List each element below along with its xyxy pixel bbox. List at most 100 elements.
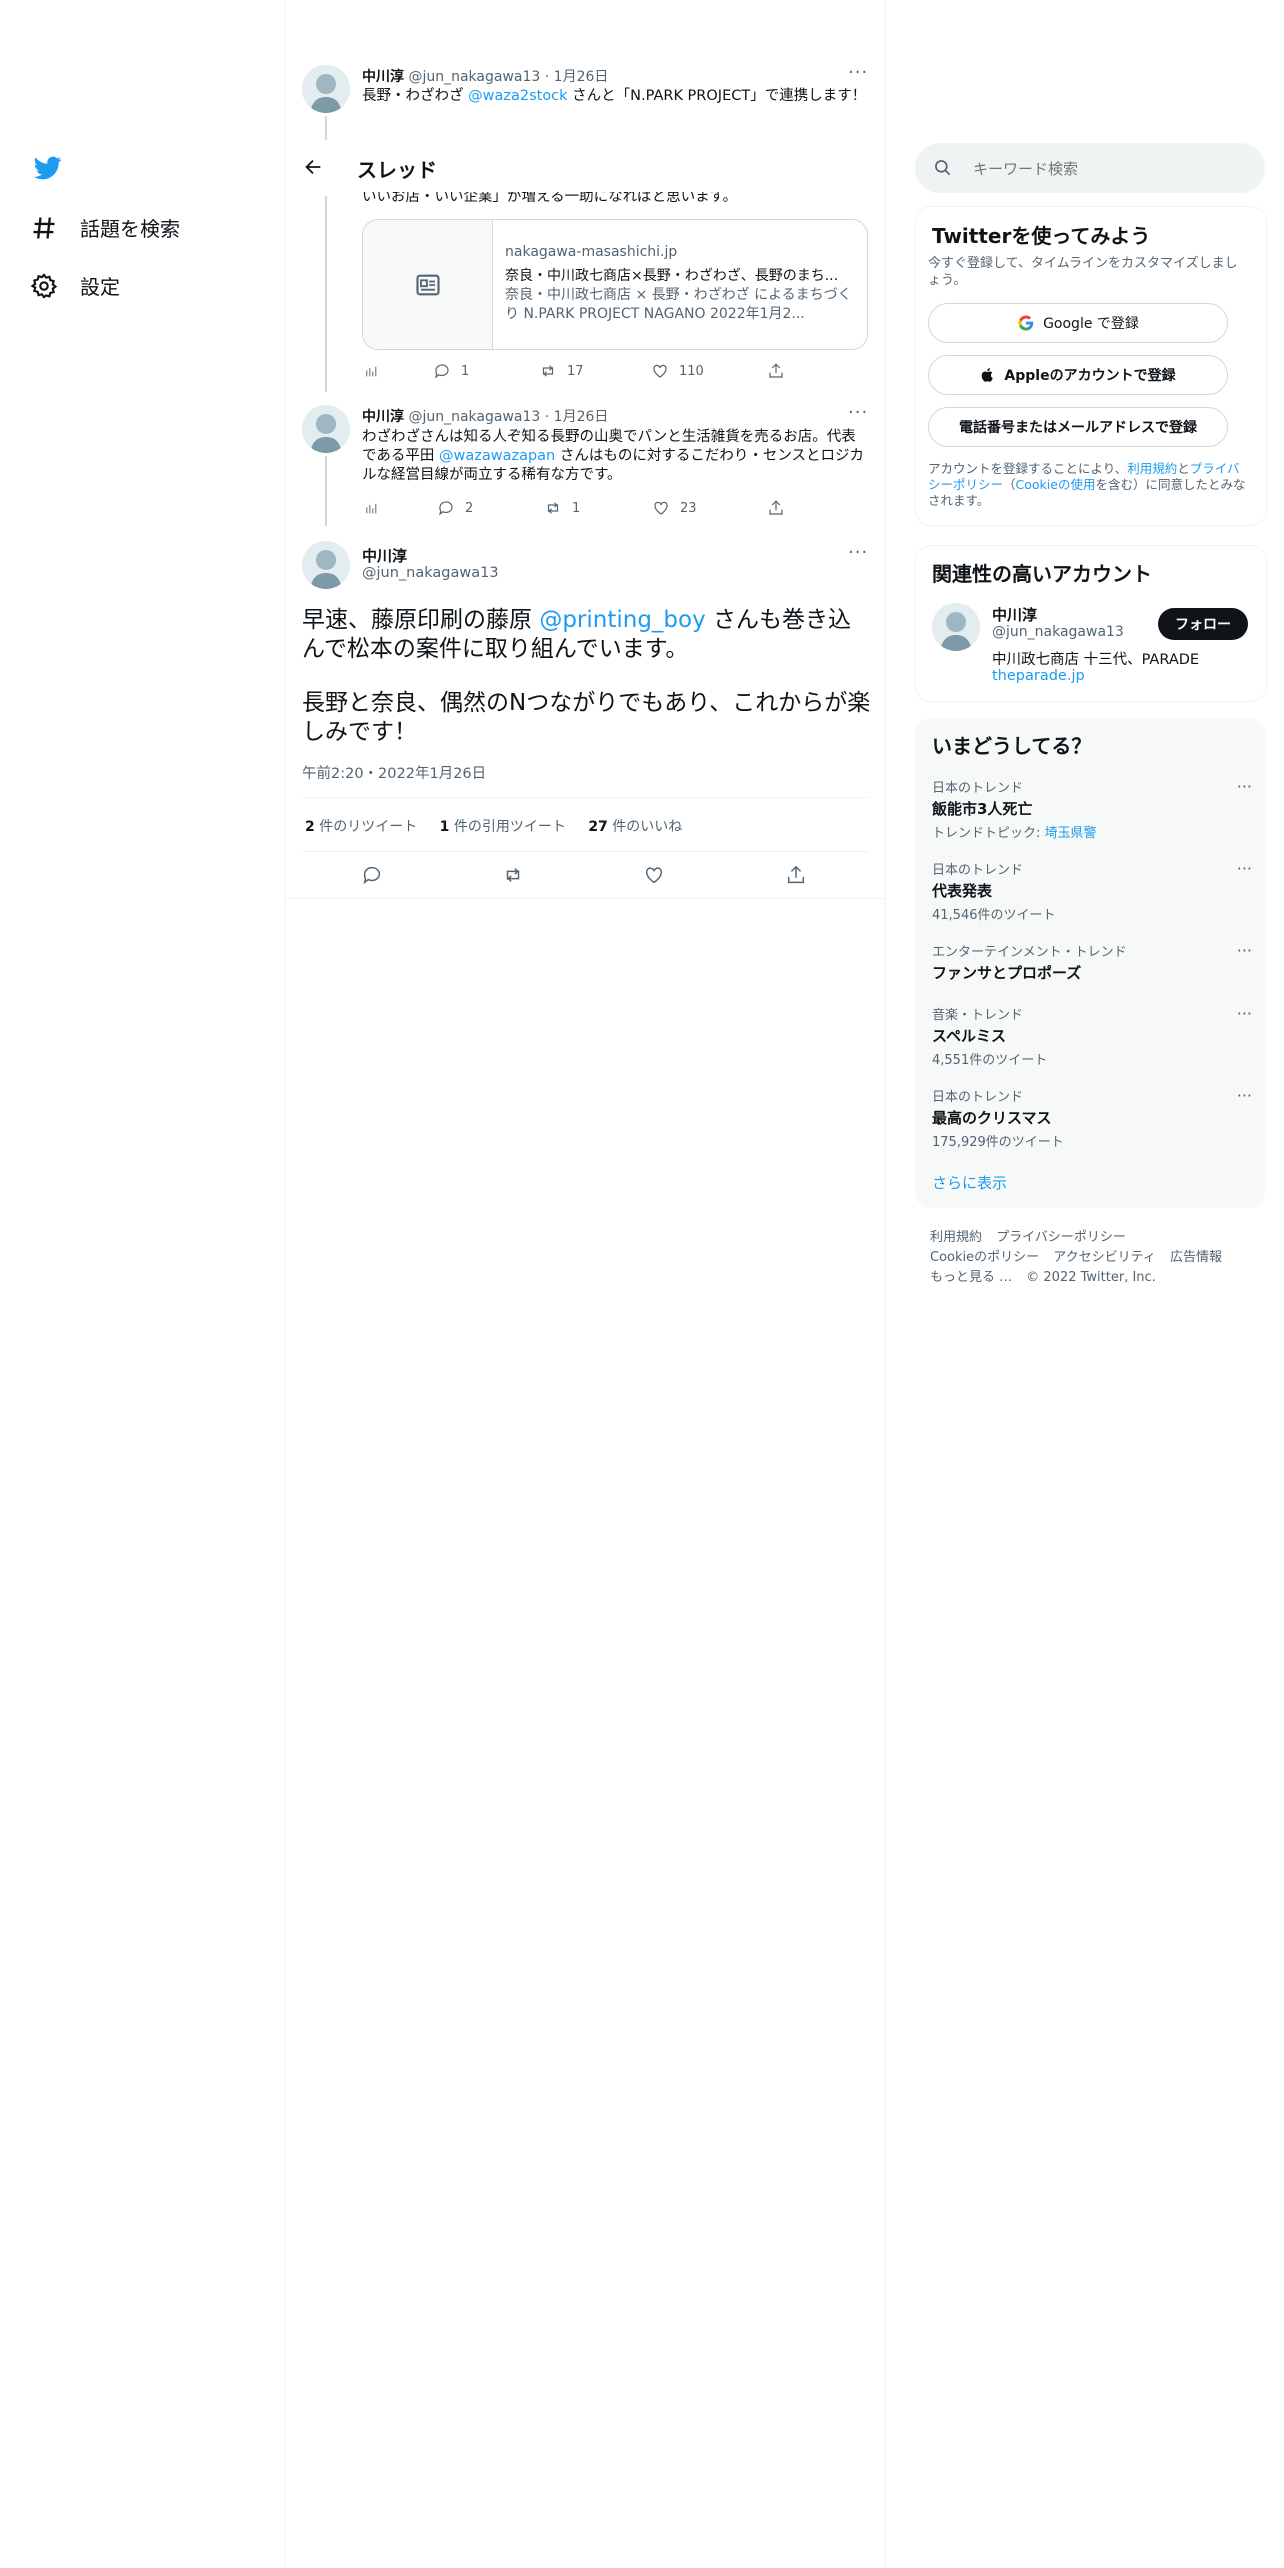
footer-more-link[interactable]: もっと見る … xyxy=(930,1270,1012,1285)
trend-subtext: トレンドトピック: 埼玉県警 xyxy=(932,822,1252,841)
more-options-icon[interactable]: ··· xyxy=(1237,859,1252,878)
related-account-name[interactable]: 中川淳 xyxy=(992,604,1037,625)
like-stat-count: 27 xyxy=(588,819,608,835)
legal-text: アカウントを登録することにより、 xyxy=(928,461,1128,476)
like-stat[interactable]: 27 件のいいね xyxy=(588,819,682,835)
heart-icon xyxy=(654,501,668,515)
google-signup-button[interactable]: Google で登録 xyxy=(928,303,1228,343)
card-description: 奈良・中川政七商店 × 長野・わざわざ によるまちづくり N.PARK PROJ… xyxy=(505,287,852,322)
more-options-icon[interactable]: ··· xyxy=(848,62,868,83)
tweet-author-name[interactable]: 中川淳 xyxy=(362,409,404,425)
more-options-icon[interactable]: ··· xyxy=(1237,941,1252,960)
reply-button[interactable]: 2 xyxy=(437,499,473,517)
signup-subtitle: 今すぐ登録して、タイムラインをカスタマイズしましょう。 xyxy=(928,256,1238,288)
like-count: 110 xyxy=(679,363,704,379)
footer-terms-link[interactable]: 利用規約 xyxy=(930,1230,982,1245)
footer-ads-link[interactable]: 広告情報 xyxy=(1170,1250,1222,1265)
trend-item[interactable]: 日本のトレンド 最高のクリスマス 175,929件のツイート ··· xyxy=(932,1086,1252,1150)
footer-privacy-link[interactable]: プライバシーポリシー xyxy=(996,1230,1126,1245)
avatar[interactable] xyxy=(932,603,980,651)
trend-item[interactable]: 日本のトレンド 代表発表 41,546件のツイート ··· xyxy=(932,859,1252,923)
footer-accessibility-link[interactable]: アクセシビリティ xyxy=(1053,1250,1156,1265)
trend-name: 飯能市3人死亡 xyxy=(932,800,1033,818)
search-input[interactable] xyxy=(971,155,1245,183)
footer-cookie-link[interactable]: Cookieのポリシー xyxy=(930,1250,1039,1265)
legal-text: （ xyxy=(1003,477,1016,492)
mention-link[interactable]: @wazawazapan xyxy=(439,448,555,464)
apple-icon xyxy=(982,368,994,382)
share-button[interactable] xyxy=(785,864,807,886)
trend-tweet-count: 4,551件のツイート xyxy=(932,1053,1048,1068)
more-options-icon[interactable]: ··· xyxy=(1237,1004,1252,1023)
retweet-icon xyxy=(547,502,559,514)
more-options-icon[interactable]: ··· xyxy=(1237,1086,1252,1105)
back-arrow-icon[interactable] xyxy=(302,156,324,182)
reply-count: 1 xyxy=(461,363,470,379)
trend-topic-link[interactable]: 埼玉県警 xyxy=(1045,826,1097,841)
analytics-button[interactable] xyxy=(362,362,380,380)
divider xyxy=(285,898,885,899)
more-options-icon[interactable]: ··· xyxy=(1237,777,1252,796)
twitter-logo-icon[interactable] xyxy=(32,154,64,186)
tweet-header: 中川淳 @jun_nakagawa13 · 1月26日 xyxy=(362,406,608,426)
reply-icon xyxy=(435,364,449,379)
retweet-icon xyxy=(542,365,554,377)
separator: · xyxy=(544,69,550,85)
link-card[interactable]: nakagawa-masashichi.jp 奈良・中川政七商店×長野・わざわざ… xyxy=(362,219,868,350)
nav-settings[interactable]: 設定 xyxy=(30,271,120,300)
reply-button[interactable] xyxy=(361,864,383,886)
divider xyxy=(302,851,868,852)
avatar[interactable] xyxy=(302,65,350,113)
trend-item[interactable]: 日本のトレンド 飯能市3人死亡 トレンドトピック: 埼玉県警 ··· xyxy=(932,777,1252,841)
related-account-handle[interactable]: @jun_nakagawa13 xyxy=(992,624,1124,640)
nav-explore[interactable]: 話題を検索 xyxy=(30,213,180,242)
trend-tweet-count: 41,546件のツイート xyxy=(932,908,1056,923)
share-button[interactable] xyxy=(767,362,785,380)
apple-signup-button[interactable]: Appleのアカウントで登録 xyxy=(928,355,1228,395)
tweet-date[interactable]: 1月26日 xyxy=(554,69,609,85)
avatar[interactable] xyxy=(302,405,350,453)
phone-signup-button[interactable]: 電話番号またはメールアドレスで登録 xyxy=(928,407,1228,447)
reply-button[interactable]: 1 xyxy=(433,362,469,380)
tweet-author-handle[interactable]: @jun_nakagawa13 xyxy=(408,409,540,425)
retweet-button[interactable]: 17 xyxy=(539,362,584,380)
footer-row-3: もっと見る … © 2022 Twitter, Inc. xyxy=(930,1266,1156,1285)
tweet-author-name[interactable]: 中川淳 xyxy=(362,545,407,566)
cookie-link[interactable]: Cookieの使用 xyxy=(1016,477,1096,492)
show-more-link[interactable]: さらに表示 xyxy=(932,1172,1007,1193)
tweet-text-part: 早速、藤原印刷の藤原 xyxy=(302,607,540,633)
retweet-button[interactable]: 1 xyxy=(544,499,580,517)
mention-link[interactable]: @waza2stock xyxy=(468,88,567,104)
tweet-author-handle[interactable]: @jun_nakagawa13 xyxy=(362,565,499,581)
trends-title: いまどうしてる？ xyxy=(932,734,1092,758)
heart-icon xyxy=(645,867,663,884)
share-button[interactable] xyxy=(767,499,785,517)
tweet-text-part: さんと「N.PARK PROJECT」で連携します！ xyxy=(567,88,867,104)
trend-item[interactable]: エンターテインメント・トレンド ファンサとプロポーズ ··· xyxy=(932,941,1252,983)
like-button[interactable]: 23 xyxy=(652,499,697,517)
like-button[interactable]: 110 xyxy=(651,362,704,380)
tweet-text-part: 長野・わざわざ xyxy=(362,88,469,104)
retweet-button[interactable] xyxy=(502,864,524,886)
mention-link[interactable]: @printing_boy xyxy=(539,607,705,633)
tweet-author-handle[interactable]: @jun_nakagawa13 xyxy=(408,69,540,85)
more-options-icon[interactable]: ··· xyxy=(848,402,868,423)
related-account-link[interactable]: theparade.jp xyxy=(992,668,1085,684)
tweet-timestamp[interactable]: 午前2:20・2022年1月26日 xyxy=(302,762,486,783)
more-options-icon[interactable]: ··· xyxy=(848,542,868,563)
tweet-author-name[interactable]: 中川淳 xyxy=(362,69,404,85)
tweet-date[interactable]: 1月26日 xyxy=(554,409,609,425)
retweet-stat[interactable]: 2 件のリツイート xyxy=(305,819,417,835)
like-button[interactable] xyxy=(643,864,665,886)
terms-link[interactable]: 利用規約 xyxy=(1127,461,1177,476)
follow-button[interactable]: フォロー xyxy=(1158,608,1248,640)
signup-title: Twitterを使ってみよう xyxy=(932,224,1151,248)
retweet-count: 1 xyxy=(572,500,581,516)
tweet-text: 長野・わざわざ @waza2stock さんと「N.PARK PROJECT」で… xyxy=(362,87,867,106)
search-box[interactable] xyxy=(915,143,1265,193)
footer-copyright: © 2022 Twitter, Inc. xyxy=(1026,1270,1156,1285)
quote-stat[interactable]: 1 件の引用ツイート xyxy=(440,819,566,835)
analytics-button[interactable] xyxy=(362,499,380,517)
trend-item[interactable]: 音楽・トレンド スペルミス 4,551件のツイート ··· xyxy=(932,1004,1252,1068)
avatar[interactable] xyxy=(302,541,350,589)
